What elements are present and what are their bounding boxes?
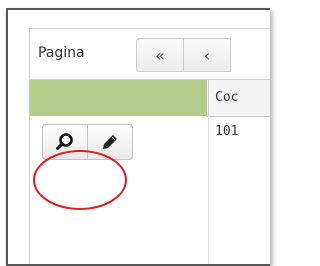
first-page-icon: «: [155, 45, 165, 65]
pager-label: Pagina: [38, 45, 85, 61]
screenshot-frame: Pagina « ‹ Coc 101: [6, 8, 270, 266]
code-value: 101: [215, 124, 239, 139]
pager-buttons: « ‹: [136, 38, 231, 72]
code-cell: 101: [208, 116, 270, 264]
pencil-icon: [103, 135, 117, 149]
actions-column-header: [30, 80, 207, 116]
grid-panel: Pagina « ‹ Coc 101: [29, 28, 270, 264]
code-column-header[interactable]: Coc: [208, 80, 270, 116]
first-page-button[interactable]: «: [137, 39, 184, 71]
previous-page-icon: ‹: [203, 45, 211, 65]
code-column-label: Coc: [215, 90, 239, 105]
pager-bar: Pagina « ‹: [30, 29, 270, 79]
previous-page-button[interactable]: ‹: [184, 39, 231, 71]
magnifier-icon: [56, 133, 73, 150]
grid-header: Coc: [30, 79, 270, 117]
highlight-circle: [33, 150, 127, 210]
